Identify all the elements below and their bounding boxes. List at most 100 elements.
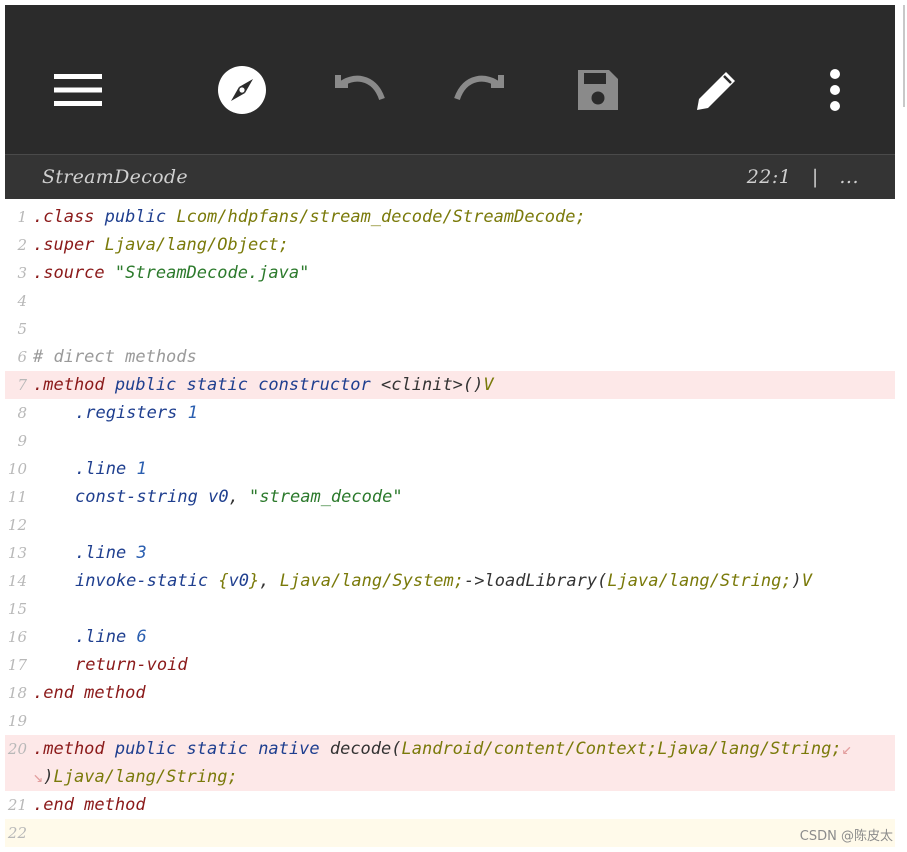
code-line[interactable]: ↘)Ljava/lang/String; xyxy=(5,763,895,791)
code-token: .method xyxy=(33,739,105,759)
code-text: .method public static constructor <clini… xyxy=(33,371,494,399)
code-token: .super xyxy=(33,235,95,255)
line-number: 5 xyxy=(17,320,27,338)
code-text: .line 3 xyxy=(75,539,147,567)
code-token: V xyxy=(483,375,494,395)
code-token: .end method xyxy=(33,683,146,703)
code-line[interactable]: 4 xyxy=(5,287,895,315)
pencil-icon xyxy=(694,67,740,113)
code-token: public static constructor xyxy=(114,375,371,395)
code-token: Lcom/hdpfans/stream_decode/StreamDecode; xyxy=(176,207,586,227)
code-token: .line xyxy=(75,543,127,563)
code-token: <clinit>() xyxy=(381,375,484,395)
code-line[interactable]: 21 .end method xyxy=(5,791,895,819)
code-token: Landroid/content/Context;Ljava/lang/Stri… xyxy=(401,739,842,759)
save-button[interactable] xyxy=(568,60,628,120)
code-token: return-void xyxy=(75,655,188,675)
editor-header: StreamDecode 22:1 | ... xyxy=(5,154,895,199)
line-number: 20 xyxy=(7,740,27,758)
code-text: .super Ljava/lang/Object; xyxy=(33,231,289,259)
code-line[interactable]: 19 xyxy=(5,707,895,735)
code-line[interactable]: 14 invoke-static {v0}, Ljava/lang/System;… xyxy=(5,567,895,595)
code-line[interactable]: 7 .method public static constructor <clin… xyxy=(5,371,895,399)
line-number: 18 xyxy=(7,684,27,702)
code-line[interactable]: 9 xyxy=(5,427,895,455)
undo-button[interactable] xyxy=(330,60,390,120)
menu-button[interactable] xyxy=(48,60,108,120)
code-token: { xyxy=(218,571,229,591)
code-text: .source "StreamDecode.java" xyxy=(33,259,309,287)
code-token: , xyxy=(259,571,280,591)
line-number: 14 xyxy=(7,572,27,590)
file-name-tab[interactable]: StreamDecode xyxy=(42,166,188,188)
code-text: # direct methods xyxy=(33,343,197,371)
code-token: 1 xyxy=(187,403,198,423)
redo-button[interactable] xyxy=(449,60,509,120)
code-token: .line xyxy=(75,459,127,479)
code-line[interactable]: 20 .method public static native decode(La… xyxy=(5,735,895,763)
code-line[interactable]: 2 .super Ljava/lang/Object; xyxy=(5,231,895,259)
code-token: 6 xyxy=(136,627,147,647)
line-number: 15 xyxy=(7,600,27,618)
code-token: "stream_decode" xyxy=(249,487,403,507)
line-number: 12 xyxy=(7,516,27,534)
code-line[interactable]: 13 .line 3 xyxy=(5,539,895,567)
line-number: 8 xyxy=(17,404,27,422)
code-line[interactable]: 22 xyxy=(5,819,895,847)
line-number: 11 xyxy=(7,488,27,506)
compass-icon xyxy=(217,65,267,115)
code-token: Ljava/lang/String; xyxy=(53,767,238,787)
code-token: ->loadLibrary( xyxy=(464,571,608,591)
code-line[interactable]: 18 .end method xyxy=(5,679,895,707)
code-text: invoke-static {v0}, Ljava/lang/System;->… xyxy=(75,567,812,595)
code-token: .source xyxy=(33,263,105,283)
code-line[interactable]: 12 xyxy=(5,511,895,539)
code-line[interactable]: 8 .registers 1 xyxy=(5,399,895,427)
redo-icon xyxy=(453,73,505,107)
code-token: .class xyxy=(33,207,95,227)
line-number: 9 xyxy=(17,432,27,450)
overflow-menu-button[interactable] xyxy=(805,60,865,120)
more-vertical-icon xyxy=(828,69,842,111)
cursor-position: 22:1 xyxy=(746,166,792,188)
code-token: 1 xyxy=(136,459,147,479)
code-line[interactable]: 5 xyxy=(5,315,895,343)
line-number: 1 xyxy=(17,208,27,226)
code-line[interactable]: 6 # direct methods xyxy=(5,343,895,371)
code-token: v0 xyxy=(208,487,229,507)
code-token: public static native xyxy=(114,739,320,759)
scrollbar[interactable] xyxy=(903,5,905,107)
edit-button[interactable] xyxy=(687,60,747,120)
line-number: 22 xyxy=(7,824,27,842)
line-number: 13 xyxy=(7,544,27,562)
code-line[interactable]: 1 .class public Lcom/hdpfans/stream_decod… xyxy=(5,203,895,231)
code-line[interactable]: 3 .source "StreamDecode.java" xyxy=(5,259,895,287)
code-token: decode( xyxy=(319,739,402,759)
code-line[interactable]: 10 .line 1 xyxy=(5,455,895,483)
line-number: 16 xyxy=(7,628,27,646)
code-token: v0 xyxy=(228,571,250,591)
code-token: .end method xyxy=(33,795,146,815)
code-line[interactable]: 11 const-string v0, "stream_decode" xyxy=(5,483,895,511)
line-number: 2 xyxy=(17,236,27,254)
code-token: "StreamDecode.java" xyxy=(114,263,310,283)
more-options[interactable]: ... xyxy=(839,166,859,188)
code-line[interactable]: 17 return-void xyxy=(5,651,895,679)
line-number: 7 xyxy=(17,376,27,394)
code-token: Ljava/lang/String; xyxy=(607,571,792,591)
code-token: .registers xyxy=(75,403,178,423)
code-line[interactable]: 15 xyxy=(5,595,895,623)
navigate-button[interactable] xyxy=(212,60,272,120)
code-line[interactable]: 16 .line 6 xyxy=(5,623,895,651)
code-editor[interactable]: 1 .class public Lcom/hdpfans/stream_decod… xyxy=(5,199,895,852)
line-number: 4 xyxy=(17,292,27,310)
line-wrap-icon: ↘ xyxy=(33,767,44,787)
